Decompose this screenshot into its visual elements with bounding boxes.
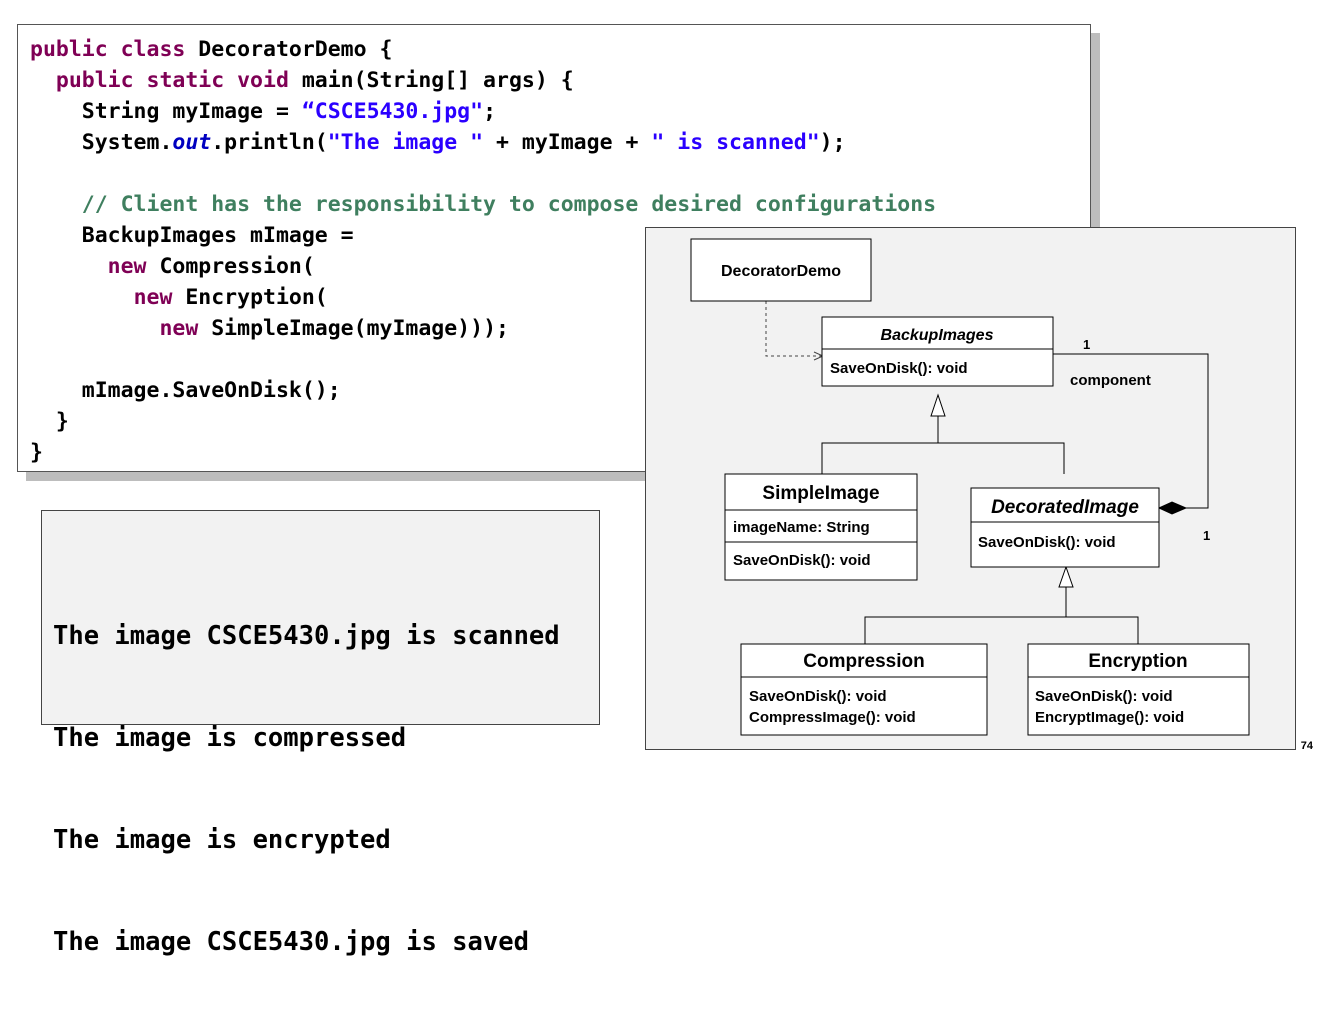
string-literal: "The image " (327, 130, 484, 155)
code-line-2: public static void main(String[] args) { (30, 65, 936, 96)
code-text: String myImage = (81, 99, 302, 124)
class-method: SaveOnDisk(): void (749, 688, 887, 705)
code-text: System. (81, 130, 173, 155)
keyword: new (159, 316, 199, 341)
keyword: public static void (55, 68, 289, 93)
inheritance-arrowhead (1058, 565, 1074, 588)
code-text: SimpleImage(myImage))); (198, 316, 509, 341)
output-line: The image CSCE5430.jpg is scanned (53, 621, 560, 651)
class-name: Compression (803, 651, 924, 672)
code-text: } (55, 409, 69, 434)
dependency-line (765, 301, 822, 357)
code-text: ); (819, 130, 846, 155)
class-attribute: imageName: String (733, 519, 870, 536)
class-method: SaveOnDisk(): void (830, 360, 968, 377)
code-text: main(String[] args) { (288, 68, 574, 93)
static-field: out (172, 130, 212, 155)
class-name: DecoratedImage (991, 497, 1139, 518)
inheritance-branch (821, 442, 1065, 474)
multiplicity-label: 1 (1203, 528, 1210, 543)
code-text: BackupImages mImage = (81, 223, 354, 248)
keyword: new (133, 285, 173, 310)
code-text: mImage.SaveOnDisk(); (81, 378, 341, 403)
code-text: DecoratorDemo { (185, 37, 393, 62)
inheritance-arrowhead (930, 393, 946, 417)
keyword: public class (30, 37, 186, 62)
code-text: .println( (211, 130, 328, 155)
page-number: 74 (1300, 740, 1313, 752)
class-method: SaveOnDisk(): void (733, 552, 871, 569)
code-line-4: System.out.println("The image " + myImag… (30, 127, 936, 158)
composition-diamond (1157, 501, 1188, 515)
code-text: } (30, 440, 43, 465)
class-name: BackupImages (881, 327, 994, 344)
class-method: CompressImage(): void (749, 709, 916, 726)
output-line: The image is encrypted (53, 825, 391, 855)
code-text: ; (483, 99, 497, 124)
inheritance-branch (864, 616, 1139, 644)
output-line: The image is compressed (53, 723, 407, 753)
class-method: SaveOnDisk(): void (1035, 688, 1173, 705)
string-literal: " is scanned" (651, 130, 820, 155)
class-name: SimpleImage (762, 483, 879, 504)
uml-diagram-panel: 1 component 1 DecoratorDemo BackupImages… (645, 227, 1296, 750)
class-name: DecoratorDemo (721, 263, 841, 280)
output-line: The image CSCE5430.jpg is saved (53, 927, 529, 957)
console-output: The image CSCE5430.jpg is scanned The im… (53, 551, 560, 1027)
class-method: SaveOnDisk(): void (978, 534, 1116, 551)
multiplicity-label: 1 (1083, 337, 1090, 352)
keyword: new (107, 254, 147, 279)
string-literal: “CSCE5430.jpg" (301, 99, 484, 124)
code-line-3: String myImage = “CSCE5430.jpg"; (30, 96, 936, 127)
class-method: EncryptImage(): void (1035, 709, 1184, 726)
class-name: Encryption (1088, 651, 1187, 672)
code-text: + myImage + (483, 130, 652, 155)
code-text: Compression( (146, 254, 315, 279)
role-label: component (1070, 372, 1151, 389)
code-text: Encryption( (172, 285, 328, 310)
console-output-panel: The image CSCE5430.jpg is scanned The im… (41, 510, 600, 957)
code-comment: // Client has the responsibility to comp… (81, 192, 937, 217)
code-line-5: // Client has the responsibility to comp… (30, 189, 936, 220)
uml-diagram: 1 component 1 DecoratorDemo BackupImages… (690, 238, 1250, 736)
code-line-1: public class DecoratorDemo { (30, 34, 936, 65)
